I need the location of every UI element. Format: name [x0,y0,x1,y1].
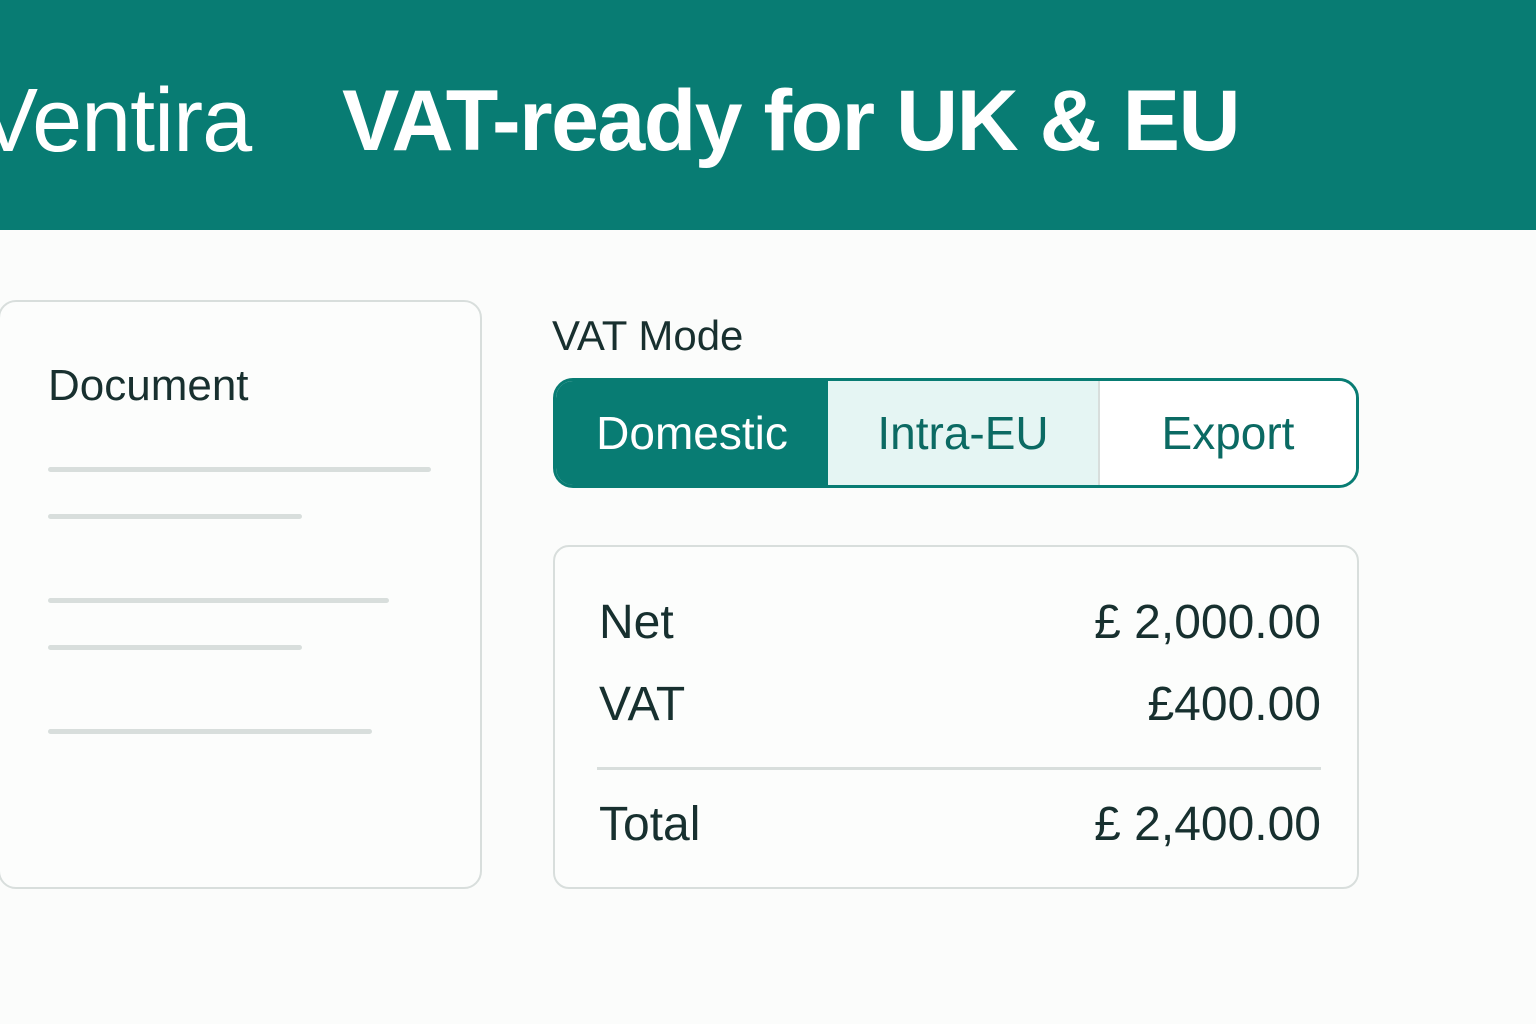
document-line-5 [48,729,372,734]
summary-divider [597,767,1321,770]
page-headline: VAT-ready for UK & EU [342,73,1241,169]
total-row: Total £ 2,400.00 [599,797,1321,853]
total-value: £ 2,400.00 [1094,798,1321,851]
vat-mode-label: VAT Mode [552,312,744,359]
brand-name: Ventira [0,71,252,171]
vat-mode-segmented-control[interactable]: Domestic Intra-EU Export [553,378,1359,488]
app-header: Ventira VAT-ready for UK & EU [0,0,1536,230]
document-line-4 [48,645,302,650]
vat-mode-domestic-option[interactable]: Domestic [556,381,828,485]
net-label: Net [599,596,674,649]
document-line-1 [48,467,431,472]
net-value: £ 2,000.00 [1094,596,1321,649]
document-line-3 [48,598,389,603]
net-row: Net £ 2,000.00 [599,595,1321,651]
vat-value: £400.00 [1147,678,1321,731]
vat-mode-intra-eu-option[interactable]: Intra-EU [828,381,1100,485]
document-card: Document [0,300,482,889]
total-label: Total [599,798,701,851]
vat-row: VAT £400.00 [599,677,1321,733]
document-title: Document [48,361,249,410]
vat-mode-export-option[interactable]: Export [1100,381,1356,485]
vat-label: VAT [599,678,686,731]
document-line-2 [48,514,302,519]
vat-summary-card: Net £ 2,000.00 VAT £400.00 Total £ 2,400… [553,545,1359,889]
